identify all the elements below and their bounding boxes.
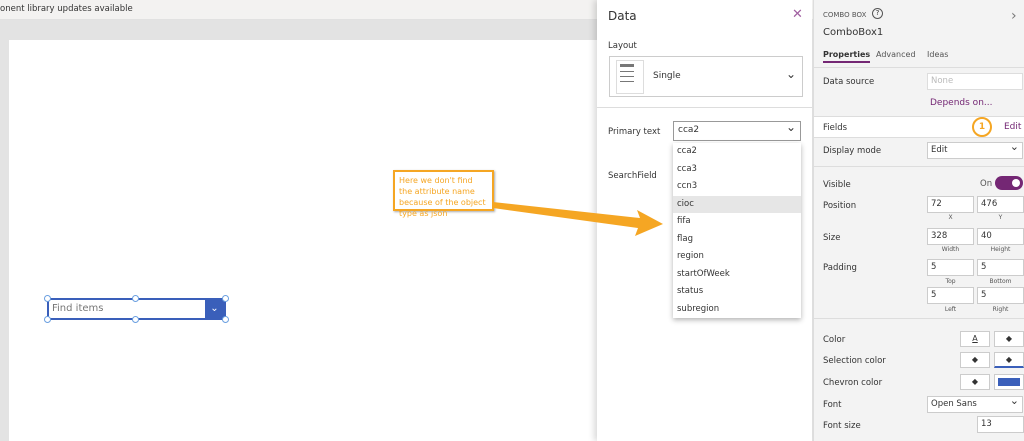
depends-on-link[interactable]: Depends on...: [930, 98, 992, 108]
step-badge: 1: [972, 117, 992, 137]
y-label: Y: [998, 214, 1003, 221]
display-mode-select[interactable]: Edit ⌄: [927, 140, 1023, 159]
control-name[interactable]: ComboBox1: [823, 27, 883, 38]
fill-color-icon[interactable]: ◆: [960, 374, 990, 390]
font-size-label: Font size: [823, 421, 861, 431]
width-label: Width: [941, 246, 960, 253]
y-input[interactable]: 476: [977, 196, 1024, 213]
selection-fill-icon[interactable]: ◆: [994, 352, 1024, 368]
font-size-input[interactable]: 13: [977, 416, 1024, 433]
chevron-down-icon: ⌄: [1009, 140, 1019, 153]
tab-properties[interactable]: Properties: [823, 50, 871, 63]
position-label: Position: [823, 201, 857, 211]
selection-color-label: Selection color: [823, 356, 886, 366]
x-input[interactable]: 72: [927, 196, 974, 213]
text-color-icon[interactable]: A: [960, 331, 990, 347]
chevron-right-icon[interactable]: ›: [1011, 8, 1017, 24]
font-select[interactable]: Open Sans ⌄: [927, 394, 1023, 413]
padding-bottom-input[interactable]: 5: [977, 259, 1024, 276]
size-label: Size: [823, 233, 841, 243]
fill-color-icon[interactable]: ◆: [960, 352, 990, 368]
color-label: Color: [823, 335, 846, 345]
visible-value: On: [980, 179, 993, 189]
data-source-label: Data source: [823, 77, 875, 87]
tab-ideas[interactable]: Ideas: [927, 50, 948, 59]
top-label: Top: [945, 278, 956, 285]
visible-toggle[interactable]: [995, 176, 1023, 190]
edit-fields-link[interactable]: Edit: [1004, 122, 1021, 132]
visible-label: Visible: [823, 180, 851, 190]
right-label: Right: [992, 306, 1009, 313]
bottom-label: Bottom: [989, 278, 1012, 285]
width-input[interactable]: 328: [927, 228, 974, 245]
padding-label: Padding: [823, 263, 857, 273]
height-input[interactable]: 40: [977, 228, 1024, 245]
font-label: Font: [823, 400, 842, 410]
fill-color-icon[interactable]: ◆: [994, 331, 1024, 347]
left-label: Left: [944, 306, 957, 313]
control-type: COMBO BOX: [823, 11, 867, 19]
data-source-select[interactable]: None: [927, 73, 1023, 90]
padding-left-input[interactable]: 5: [927, 287, 974, 304]
chevron-color-label: Chevron color: [823, 378, 883, 388]
help-icon[interactable]: ?: [872, 8, 883, 19]
height-label: Height: [990, 246, 1011, 253]
chevron-color-swatch[interactable]: [994, 374, 1024, 390]
chevron-down-icon: ⌄: [1009, 394, 1019, 407]
tab-advanced[interactable]: Advanced: [876, 50, 916, 59]
padding-right-input[interactable]: 5: [977, 287, 1024, 304]
padding-top-input[interactable]: 5: [927, 259, 974, 276]
display-mode-label: Display mode: [823, 146, 882, 156]
font-value: Open Sans: [931, 399, 977, 409]
properties-panel: COMBO BOX ? › ComboBox1 Properties Advan…: [813, 0, 1024, 441]
fields-label: Fields: [823, 123, 848, 133]
x-label: X: [948, 214, 953, 221]
display-mode-value: Edit: [931, 145, 948, 155]
